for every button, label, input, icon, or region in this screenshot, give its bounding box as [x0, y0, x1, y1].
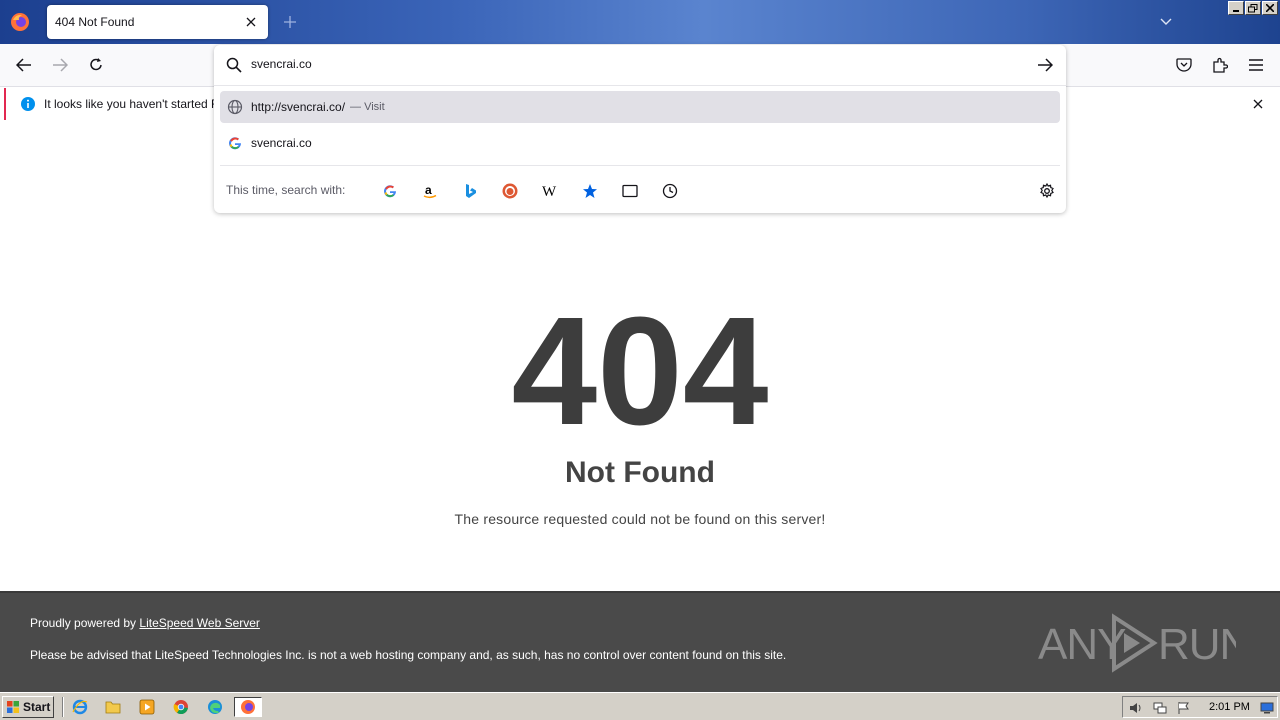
history-clock-icon[interactable] [659, 180, 681, 202]
notification-close-icon[interactable] [1248, 94, 1268, 114]
volume-icon[interactable] [1128, 700, 1144, 716]
network-icon[interactable] [1152, 700, 1168, 716]
wikipedia-engine-icon[interactable]: W [539, 180, 561, 202]
edge-icon[interactable] [204, 697, 226, 717]
page-footer: Proudly powered by LiteSpeed Web Server … [0, 591, 1280, 692]
tab-close-icon[interactable] [240, 11, 262, 33]
bing-engine-icon[interactable] [459, 180, 481, 202]
start-label: Start [23, 700, 51, 714]
error-code: 404 [511, 285, 769, 457]
close-window-button[interactable] [1262, 1, 1278, 15]
svg-text:RUN: RUN [1158, 620, 1236, 669]
active-tab[interactable]: 404 Not Found [47, 5, 268, 39]
info-icon [20, 96, 36, 117]
clock: 2:01 PM [1209, 701, 1250, 713]
hamburger-menu-icon[interactable] [1243, 53, 1269, 77]
amazon-engine-icon[interactable]: a [419, 180, 441, 202]
duckduckgo-engine-icon[interactable] [499, 180, 521, 202]
windows-logo-icon [7, 701, 19, 713]
suggestion-action-text: — Visit [350, 101, 385, 113]
flag-icon[interactable] [1176, 700, 1192, 716]
taskbar: Start 2:01 PM [0, 692, 1280, 720]
suggestion-visit-url[interactable]: http://svencrai.co/ — Visit [220, 91, 1060, 123]
tabs-icon[interactable] [619, 180, 641, 202]
extensions-puzzle-icon[interactable] [1207, 53, 1233, 77]
google-icon [226, 134, 244, 152]
start-button[interactable]: Start [2, 696, 54, 718]
urlbar-divider [214, 85, 1066, 86]
gear-icon[interactable] [1036, 180, 1058, 202]
media-player-icon[interactable] [136, 697, 158, 717]
urlbar-input-row[interactable]: svencrai.co [214, 45, 1066, 85]
tab-title: 404 Not Found [55, 15, 135, 29]
svg-text:a: a [425, 183, 432, 197]
anyrun-watermark-logo: ANY RUN [1036, 611, 1251, 675]
google-engine-icon[interactable] [379, 180, 401, 202]
minimize-window-button[interactable] [1228, 1, 1244, 15]
reload-icon[interactable] [83, 53, 109, 77]
firefox-logo-icon[interactable] [6, 8, 34, 36]
tab-strip: 404 Not Found [0, 0, 1280, 44]
advisory-text: Please be advised that LiteSpeed Technol… [30, 648, 787, 662]
powered-by-text: Proudly powered by [30, 616, 140, 630]
show-desktop-icon[interactable] [1259, 700, 1275, 716]
error-heading: Not Found [565, 456, 715, 489]
system-tray: 2:01 PM [1122, 696, 1278, 718]
litespeed-link[interactable]: LiteSpeed Web Server [139, 616, 260, 630]
go-arrow-icon[interactable] [1034, 54, 1056, 76]
file-explorer-icon[interactable] [102, 697, 124, 717]
taskbar-separator [62, 697, 64, 717]
back-arrow-icon[interactable] [11, 53, 37, 77]
pocket-icon[interactable] [1171, 53, 1197, 77]
search-engines-label: This time, search with: [226, 183, 346, 197]
restore-window-button[interactable] [1245, 1, 1261, 15]
engines-divider [220, 165, 1060, 166]
bookmarks-star-icon[interactable] [579, 180, 601, 202]
suggestion-url-text: http://svencrai.co/ [251, 100, 346, 114]
powered-by-line: Proudly powered by LiteSpeed Web Server [30, 616, 260, 630]
globe-icon [226, 98, 244, 116]
urlbar-dropdown: svencrai.co http://svencrai.co/ — Visit … [214, 45, 1066, 213]
suggestion-search[interactable]: svencrai.co [220, 127, 1060, 159]
chevron-down-icon[interactable] [1156, 12, 1176, 32]
error-message: The resource requested could not be foun… [454, 511, 826, 527]
new-tab-plus-icon[interactable] [280, 11, 300, 33]
svg-text:W: W [542, 184, 557, 198]
suggestion-search-text: svencrai.co [251, 136, 312, 150]
search-icon [224, 55, 244, 75]
notification-text: It looks like you haven't started Fire [44, 97, 232, 111]
chrome-icon[interactable] [170, 697, 192, 717]
internet-explorer-icon[interactable] [69, 697, 91, 717]
firefox-taskbar-icon[interactable] [234, 697, 262, 717]
url-input[interactable]: svencrai.co [251, 57, 312, 71]
forward-arrow-icon[interactable] [47, 53, 73, 77]
